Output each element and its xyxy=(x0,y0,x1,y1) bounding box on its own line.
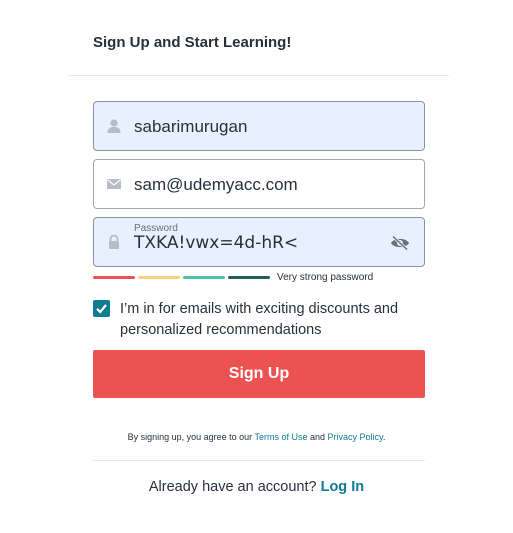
password-strength-meter: Very strong password xyxy=(93,272,393,286)
user-icon xyxy=(106,118,122,134)
name-value: sabarimurugan xyxy=(134,117,248,136)
divider xyxy=(69,75,449,76)
strength-segment-3 xyxy=(183,276,225,279)
lock-icon xyxy=(106,234,122,250)
newsletter-label[interactable]: I’m in for emails with exciting discount… xyxy=(120,299,420,341)
login-row: Already have an account? Log In xyxy=(0,479,513,495)
eye-slash-icon[interactable] xyxy=(390,235,410,251)
terms-of-use-link[interactable]: Terms of Use xyxy=(255,432,308,442)
terms-suffix: . xyxy=(382,432,386,442)
sign-up-button[interactable]: Sign Up xyxy=(93,350,425,398)
divider xyxy=(93,460,425,461)
newsletter-checkbox[interactable] xyxy=(93,300,110,317)
email-field[interactable]: sam@udemyacc.com xyxy=(93,159,425,209)
email-value: sam@udemyacc.com xyxy=(134,175,298,194)
terms-middle: and xyxy=(307,432,328,442)
password-field[interactable]: Password TXKA!vwx=4d-hR< xyxy=(93,217,425,267)
log-in-link[interactable]: Log In xyxy=(321,479,365,495)
checkmark-icon xyxy=(96,304,107,314)
name-field[interactable]: sabarimurugan xyxy=(93,101,425,151)
strength-segment-4 xyxy=(228,276,270,279)
password-value: TXKA!vwx=4d-hR< xyxy=(134,233,299,253)
envelope-icon xyxy=(106,176,122,192)
terms-text: By signing up, you agree to our Terms of… xyxy=(0,432,513,442)
privacy-policy-link[interactable]: Privacy Policy xyxy=(328,432,383,442)
strength-segment-2 xyxy=(138,276,180,279)
strength-segment-1 xyxy=(93,276,135,279)
login-prompt: Already have an account? xyxy=(148,479,321,495)
terms-prefix: By signing up, you agree to our xyxy=(127,432,255,442)
strength-text: Very strong password xyxy=(277,272,374,283)
page-title: Sign Up and Start Learning! xyxy=(93,34,292,51)
